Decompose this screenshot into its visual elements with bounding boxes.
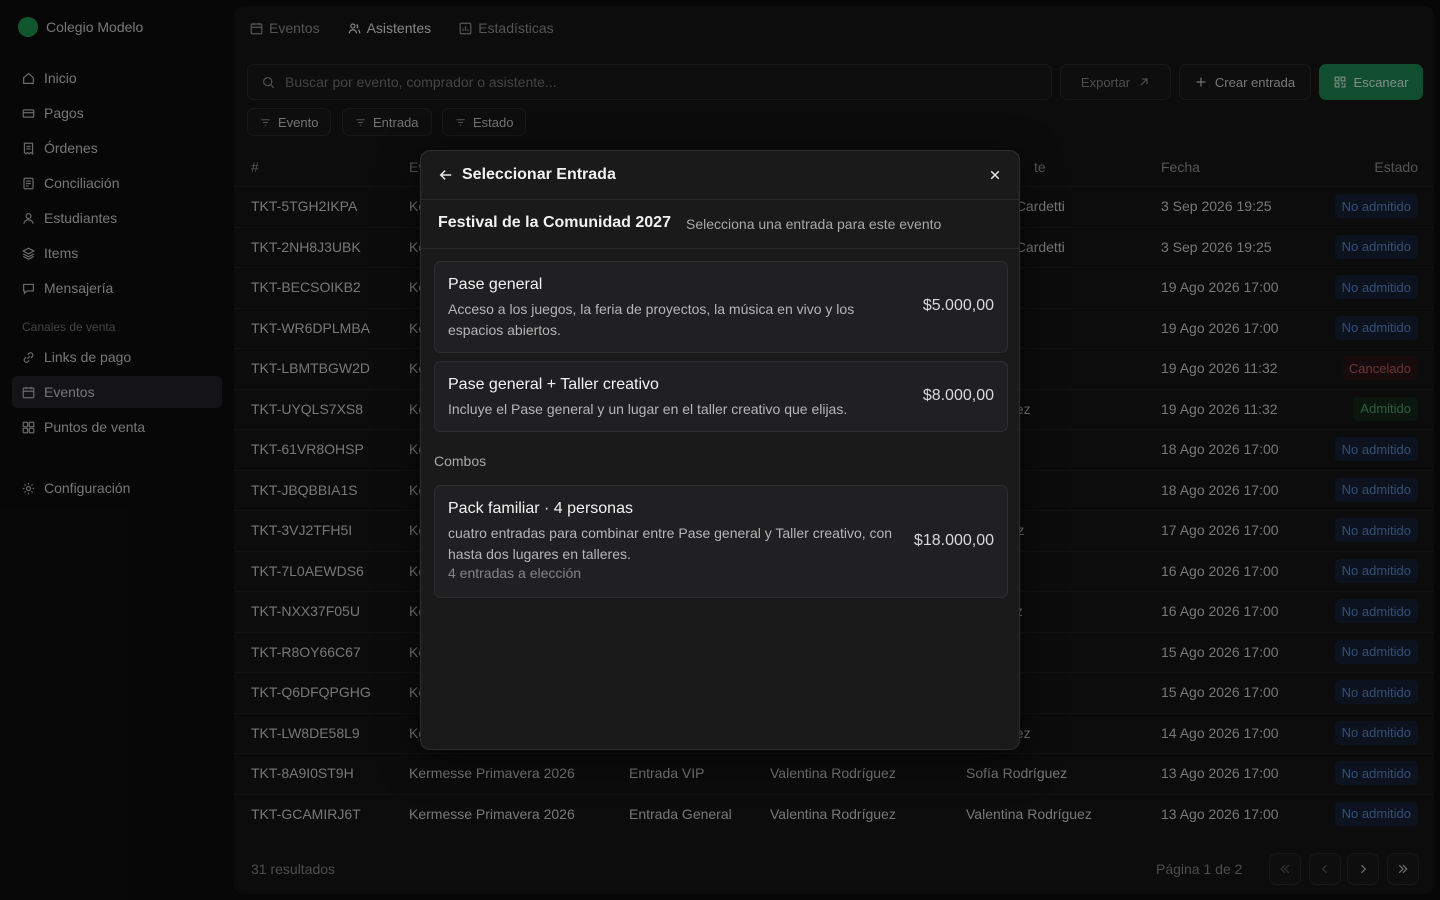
- close-icon: [990, 170, 1000, 180]
- combo-option-pack-familiar[interactable]: Pack familiar · 4 personas cuatro entrad…: [434, 485, 1008, 598]
- event-name: Festival de la Comunidad 2027: [438, 214, 671, 231]
- ticket-option-name: Pase general: [448, 276, 543, 293]
- combo-option-extra: 4 entradas a elección: [448, 565, 582, 581]
- event-hint: Selecciona una entrada para este evento: [686, 216, 942, 232]
- ticket-option-name: Pase general + Taller creativo: [448, 376, 659, 393]
- ticket-option-description: Acceso a los juegos, la feria de proyect…: [448, 301, 855, 338]
- ticket-option-price: $8.000,00: [922, 387, 994, 404]
- modal-title: Seleccionar Entrada: [462, 166, 616, 183]
- ticket-option-pase-taller[interactable]: Pase general + Taller creativo Incluye e…: [434, 361, 1008, 432]
- close-button[interactable]: [987, 167, 1003, 183]
- select-ticket-modal: Seleccionar Entrada Festival de la Comun…: [420, 150, 1020, 750]
- event-info: Festival de la Comunidad 2027 Selecciona…: [421, 200, 1019, 249]
- modal-header: Seleccionar Entrada: [421, 151, 1019, 200]
- combo-option-price: $18.000,00: [913, 532, 994, 549]
- back-button[interactable]: [438, 167, 454, 183]
- arrow-left-icon: [439, 170, 452, 180]
- combos-label: Combos: [434, 453, 487, 469]
- combo-option-name: Pack familiar · 4 personas: [448, 500, 633, 517]
- ticket-option-price: $5.000,00: [922, 297, 994, 314]
- ticket-option-pase-general[interactable]: Pase general Acceso a los juegos, la fer…: [434, 261, 1008, 353]
- combo-option-description: cuatro entradas para combinar entre Pase…: [448, 525, 893, 562]
- ticket-option-description: Incluye el Pase general y un lugar en el…: [448, 401, 848, 417]
